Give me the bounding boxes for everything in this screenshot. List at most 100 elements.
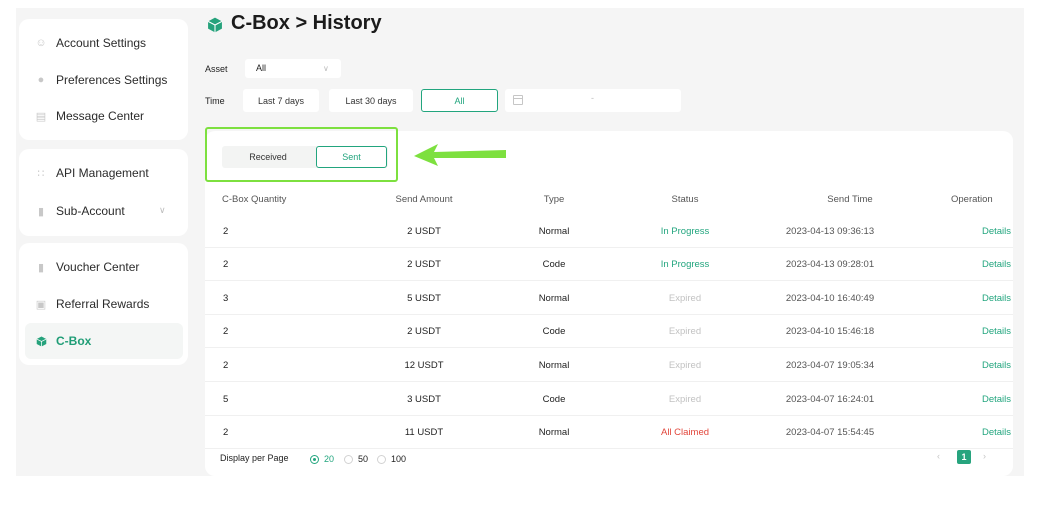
cell-qty: 5 — [223, 394, 229, 405]
cell-type-text: Code — [542, 326, 566, 337]
voucher-icon: ▮ — [37, 261, 45, 274]
time-option-last-7-days[interactable]: Last 7 days — [243, 89, 319, 112]
sidebar-item-preferences-settings[interactable]: ● Preferences Settings — [19, 62, 188, 98]
sidebar-item-label: Account Settings — [56, 36, 147, 50]
table-row: 2 2 USDT Code In Progress 2023-04-13 09:28:0… — [205, 248, 1013, 281]
sidebar-group-account: ☺ Account Settings ● Preferences Setting… — [19, 19, 188, 140]
details-link[interactable]: Details — [982, 293, 1011, 304]
table-row: 2 2 USDT Normal In Progress 2023-04-13 09:36… — [205, 215, 1013, 248]
api-icon: ∷ — [37, 167, 45, 180]
cell-send-time-text: 2023-04-07 15:54:45 — [785, 427, 875, 438]
time-option-last-30-days[interactable]: Last 30 days — [329, 89, 413, 112]
cell-qty: 2 — [223, 226, 229, 237]
cell-type-text: Normal — [538, 360, 570, 371]
cell-qty: 2 — [223, 360, 229, 371]
column-header-type-text: Type — [543, 194, 565, 205]
asset-select[interactable]: All ∨ — [245, 59, 341, 78]
cell-type-text: Normal — [538, 226, 570, 237]
cell-type-text: Code — [542, 394, 566, 405]
cell-type-text: Normal — [538, 293, 570, 304]
details-link[interactable]: Details — [982, 326, 1011, 337]
cell-send-time-text: 2023-04-07 19:05:34 — [785, 360, 875, 371]
details-link[interactable]: Details — [982, 394, 1011, 405]
asset-label: Asset — [205, 64, 228, 74]
tab-sent[interactable]: Sent — [316, 146, 387, 168]
sidebar-group-rewards: ▮ Voucher Center ▣ Referral Rewards C-Bo… — [19, 243, 188, 365]
direction-tabs: Received Sent — [222, 146, 388, 168]
status-badge: Expired — [668, 293, 702, 304]
cell-send-time-text: 2023-04-13 09:36:13 — [785, 226, 875, 237]
page-title-text: C-Box > History — [231, 12, 382, 34]
sidebar-item-label: Message Center — [56, 109, 145, 123]
date-range-separator: - — [591, 93, 594, 103]
per-page-option-50[interactable]: 50 — [344, 454, 368, 464]
cell-amount-text: 2 USDT — [407, 326, 441, 337]
page-title: C-Box > History — [207, 12, 382, 35]
cell-amount-text: 11 USDT — [404, 427, 444, 438]
sidebar-item-label: Preferences Settings — [56, 73, 168, 87]
details-link[interactable]: Details — [982, 259, 1011, 270]
per-page-option-20[interactable]: 20 — [310, 454, 334, 464]
annotation-arrow-icon — [414, 144, 506, 166]
date-range-picker[interactable]: - — [505, 89, 681, 112]
chevron-down-icon: ∨ — [323, 64, 329, 73]
per-page-option-label: 50 — [358, 454, 369, 464]
cell-amount-text: 2 USDT — [407, 259, 441, 270]
sidebar-item-message-center[interactable]: ▤ Message Center — [19, 98, 188, 134]
user-icon: ☺ — [35, 37, 47, 49]
column-header-status-text: Status — [671, 194, 699, 205]
status-badge: Expired — [668, 326, 702, 337]
sidebar-item-voucher-center[interactable]: ▮ Voucher Center — [19, 249, 188, 285]
column-header-qty: C-Box Quantity — [222, 194, 287, 205]
sidebar-item-sub-account[interactable]: ▮ Sub-Account ∨ — [19, 193, 188, 229]
cell-send-time-text: 2023-04-13 09:28:01 — [785, 259, 875, 270]
cell-amount-text: 2 USDT — [407, 226, 441, 237]
cell-qty: 2 — [223, 427, 229, 438]
per-page-label: Display per Page — [220, 453, 289, 463]
column-header-amount-text: Send Amount — [395, 194, 453, 205]
cell-send-time-text: 2023-04-07 16:24:01 — [785, 394, 875, 405]
chevron-left-icon[interactable]: ‹ — [937, 451, 940, 461]
referral-icon: ▣ — [35, 298, 47, 311]
sidebar-item-label: C-Box — [56, 334, 92, 348]
sidebar-item-api-management[interactable]: ∷ API Management — [19, 155, 188, 191]
cell-send-time-text: 2023-04-10 15:46:18 — [785, 326, 875, 337]
chevron-down-icon: ∨ — [159, 205, 166, 215]
cell-type-text: Code — [542, 259, 566, 270]
per-page-option-100[interactable]: 100 — [377, 454, 406, 464]
column-header-operation: Operation — [951, 194, 993, 205]
per-page-option-label: 20 — [324, 454, 335, 464]
calendar-icon — [513, 95, 523, 105]
cell-qty: 2 — [223, 326, 229, 337]
time-label: Time — [205, 96, 225, 106]
chevron-right-icon[interactable]: › — [983, 451, 986, 461]
sidebar-item-account-settings[interactable]: ☺ Account Settings — [19, 25, 188, 61]
cube-icon — [207, 16, 223, 32]
status-badge: All Claimed — [660, 427, 710, 438]
table-row: 2 12 USDT Normal Expired 2023-04-07 19:05:34… — [205, 349, 1013, 382]
table-row: 3 5 USDT Normal Expired 2023-04-10 16:40:49 D… — [205, 282, 1013, 315]
details-link[interactable]: Details — [982, 226, 1011, 237]
sidebar-item-referral-rewards[interactable]: ▣ Referral Rewards — [19, 286, 188, 322]
page-number-current[interactable]: 1 — [957, 450, 971, 464]
asset-select-value: All — [256, 63, 267, 73]
table-row: 2 11 USDT Normal All Claimed 2023-04-07 15:5… — [205, 416, 1013, 449]
radio-icon — [344, 454, 353, 464]
cell-type-text: Normal — [538, 427, 570, 438]
cell-send-time-text: 2023-04-10 16:40:49 — [785, 293, 875, 304]
cell-amount-text: 5 USDT — [407, 293, 441, 304]
sidebar-item-label: Sub-Account — [56, 204, 125, 218]
details-link[interactable]: Details — [982, 427, 1011, 438]
sub-account-icon: ▮ — [37, 205, 45, 218]
radio-icon — [377, 454, 386, 464]
per-page-option-label: 100 — [391, 454, 407, 464]
sidebar-item-c-box[interactable]: C-Box — [25, 323, 183, 359]
details-link[interactable]: Details — [982, 360, 1011, 371]
time-option-all[interactable]: All — [421, 89, 498, 112]
status-badge: In Progress — [660, 259, 710, 270]
tab-received[interactable]: Received — [222, 146, 314, 168]
palette-icon: ● — [37, 74, 45, 86]
radio-icon — [310, 454, 319, 464]
sidebar-group-api: ∷ API Management ▮ Sub-Account ∨ — [19, 149, 188, 236]
sidebar-item-label: API Management — [56, 166, 149, 180]
